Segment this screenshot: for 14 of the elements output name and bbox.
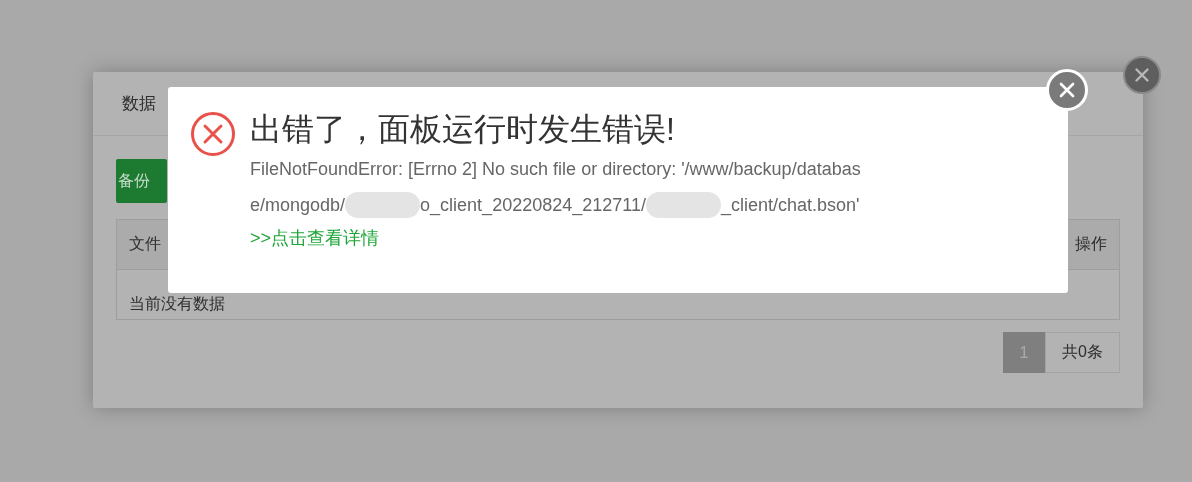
error-message: e/mongodb/ xyxy=(250,194,346,217)
error-message: _client/chat.bson' xyxy=(720,194,860,218)
total-count: 共0条 xyxy=(1045,332,1120,373)
error-message: FileNotFoundError: [Errno 2] No such file or directory: '/www/backup/databas xyxy=(250,158,861,181)
close-button[interactable] xyxy=(1123,56,1161,94)
dialog-title: 数据 xyxy=(122,93,156,115)
details-link[interactable]: >>点击查看详情 xyxy=(250,223,380,253)
empty-table-text: 当前没有数据 xyxy=(129,294,225,314)
error-icon xyxy=(190,111,236,157)
error-title: 出错了，面板运行时发生错误! xyxy=(250,110,676,149)
error-message: o_client_20220824_212711/ xyxy=(420,194,646,218)
column-header: 文件 xyxy=(129,234,161,254)
column-header: 操作 xyxy=(1075,234,1107,254)
backup-button[interactable]: 备份 xyxy=(116,159,167,203)
